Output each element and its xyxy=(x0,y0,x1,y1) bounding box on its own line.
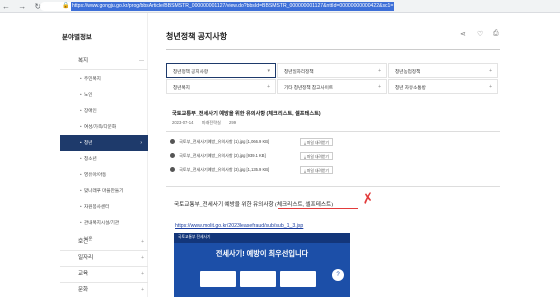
file-icon xyxy=(170,153,175,159)
sidebar-subitem[interactable]: 청소년 xyxy=(60,151,148,167)
sidebar-subitem-active[interactable]: 청년 › xyxy=(60,135,148,151)
sidebar-title: 분야별정보 xyxy=(62,34,92,41)
body-link[interactable]: https://www.molit.go.kr/2023leasefraud/s… xyxy=(175,223,303,229)
poster-card xyxy=(240,271,276,287)
poster-image: 국토교통부 전세사기 전세사기! 예방이 최우선입니다 ? xyxy=(174,233,350,297)
sidebar-subitem[interactable]: 주민복지 xyxy=(60,71,148,87)
category-label: 기타 청년정책 참고사이트 xyxy=(284,85,334,90)
sidebar-subitem[interactable]: 노인 xyxy=(60,87,148,103)
sidebar-subitem[interactable]: 여성/가족/다문화 xyxy=(60,119,148,135)
sidebar-subitem-label: 청년 xyxy=(84,140,93,145)
chevron-right-icon: › xyxy=(140,140,142,146)
attachment-row: 국토부_전세사기예방_유의사항 (1).jpg [1,066.9 KB] ⤓파일… xyxy=(170,136,340,148)
sidebar-item-label: 복지 xyxy=(78,58,89,64)
category-reference-sites[interactable]: 기타 청년정책 참고사이트 + xyxy=(277,79,387,94)
print-icon[interactable]: ⎙ xyxy=(493,30,499,38)
poster-logo: 국토교통부 전세사기 xyxy=(178,235,211,239)
post-title: 국토교통부_전세사기 예방을 위한 유의사항 (체크리스트, 셀프테스트) xyxy=(172,111,321,117)
sidebar-subitem[interactable]: 맞나래푸 마을만들기 xyxy=(60,183,148,199)
sidebar-item-culture[interactable]: 문화 + xyxy=(60,282,148,297)
share-icon[interactable]: ⋖ xyxy=(460,30,466,38)
browser-toolbar: ← → ↻ ⌂ 🔒 https://www.gongju.go.kr/prog/… xyxy=(0,0,560,13)
sidebar-subitem[interactable]: 영유아/아동 xyxy=(60,167,148,183)
plus-icon: + xyxy=(267,84,270,90)
category-label: 청년복지 xyxy=(173,85,190,90)
category-youth-jobs[interactable]: 청년일자리정책 + xyxy=(277,63,387,78)
category-label: 청년농업정책 xyxy=(395,69,421,74)
post-date: 2023-07-14 xyxy=(172,120,194,125)
sidebar-item-welfare[interactable]: 복지 — xyxy=(60,53,148,70)
download-label: 파일 내려받기 xyxy=(306,155,329,159)
heart-icon[interactable]: ♡ xyxy=(477,30,483,38)
sidebar-item-education[interactable]: 교육 + xyxy=(60,266,148,283)
attachment-row: 국토부_전세사기예방_유의사항 (2).jpg [939.1 KB] ⤓파일 내… xyxy=(170,150,340,162)
expand-icon: + xyxy=(141,255,144,261)
download-icon: ⤓ xyxy=(304,154,306,159)
expand-icon: + xyxy=(141,287,144,293)
category-free-talk[interactable]: 청년 자유소통방 + xyxy=(388,79,498,94)
download-button[interactable]: ⤓파일 내려받기 xyxy=(300,152,333,160)
category-label: 청년 자유소통방 xyxy=(395,85,426,90)
download-label: 파일 내려받기 xyxy=(306,141,329,145)
plus-icon: + xyxy=(489,84,492,90)
post-meta: 2023-07-14 미래전략실 299 xyxy=(172,120,243,126)
attachment-name[interactable]: 국토부_전세사기예방_유의사항 (3).jpg [1,135.9 KB] xyxy=(179,167,269,172)
poster-headline: 전세사기! 예방이 최우선입니다 xyxy=(215,249,309,258)
plus-icon: + xyxy=(378,68,381,74)
post-views: 299 xyxy=(229,120,237,125)
files-divider xyxy=(166,186,500,187)
sidebar-item-jobs[interactable]: 일자리 + xyxy=(60,250,148,267)
file-icon xyxy=(170,139,175,145)
post-author: 미래전략실 xyxy=(201,120,221,125)
plus-icon: + xyxy=(489,68,492,74)
file-icon xyxy=(170,167,175,173)
sidebar-subitem[interactable]: 자원봉사센터 xyxy=(60,199,148,215)
sidebar-item-label: 보건 xyxy=(78,239,89,245)
attachment-name[interactable]: 국토부_전세사기예방_유의사항 (2).jpg [939.1 KB] xyxy=(179,153,266,158)
title-divider xyxy=(166,49,500,50)
sidebar-item-label: 일자리 xyxy=(78,255,94,261)
body-title: 국토교통부_전세사기 예방을 위한 유의사항 (체크리스트, 셀프테스트) xyxy=(174,202,334,208)
sidebar: 분야별정보 복지 — 주민복지 노인 장애인 여성/가족/다문화 청년 › 청소… xyxy=(0,13,148,297)
collapse-icon: — xyxy=(139,58,144,64)
download-button[interactable]: ⤓파일 내려받기 xyxy=(300,138,333,146)
category-youth-welfare[interactable]: 청년복지 + xyxy=(166,79,276,94)
address-bar-url[interactable]: https://www.gongju.go.kr/prog/bbsArticle… xyxy=(71,2,395,11)
sidebar-subitem[interactable]: 장애인 xyxy=(60,103,148,119)
download-icon: ⤓ xyxy=(304,168,306,173)
page-title: 청년정책 공지사항 xyxy=(166,32,228,41)
expand-icon: + xyxy=(141,239,144,245)
download-label: 파일 내려받기 xyxy=(306,169,329,173)
page: ← → ↻ ⌂ 🔒 https://www.gongju.go.kr/prog/… xyxy=(0,0,560,297)
plus-icon: + xyxy=(378,84,381,90)
annotation-underline xyxy=(278,208,358,209)
category-menu: 청년정책 공지사항 ▾ 청년일자리정책 + 청년농업정책 + 청년복지 + 기타… xyxy=(166,63,500,95)
sidebar-item-health[interactable]: 보건 + xyxy=(60,234,148,251)
expand-icon: + xyxy=(141,271,144,277)
sidebar-item-label: 문화 xyxy=(78,287,89,293)
download-button[interactable]: ⤓파일 내려받기 xyxy=(300,166,333,174)
attachment-row: 국토부_전세사기예방_유의사항 (3).jpg [1,135.9 KB] ⤓파일… xyxy=(170,164,340,176)
poster-card xyxy=(200,271,236,287)
poster-card xyxy=(280,271,316,287)
sidebar-subitem[interactable]: 관내복지시설/기관 xyxy=(60,215,148,231)
download-icon: ⤓ xyxy=(304,140,306,145)
lock-icon: 🔒 xyxy=(62,3,70,9)
annotation-mark: ✗ xyxy=(360,189,376,207)
category-youth-notice[interactable]: 청년정책 공지사항 ▾ xyxy=(166,63,276,78)
category-youth-farming[interactable]: 청년농업정책 + xyxy=(388,63,498,78)
attachment-name[interactable]: 국토부_전세사기예방_유의사항 (1).jpg [1,066.9 KB] xyxy=(179,139,269,144)
category-label: 청년정책 공지사항 xyxy=(173,69,209,74)
dropdown-icon: ▾ xyxy=(267,68,270,74)
meta-divider xyxy=(166,131,500,132)
sidebar-item-label: 교육 xyxy=(78,271,89,277)
category-label: 청년일자리정책 xyxy=(284,69,314,74)
chat-icon: ? xyxy=(332,269,344,281)
